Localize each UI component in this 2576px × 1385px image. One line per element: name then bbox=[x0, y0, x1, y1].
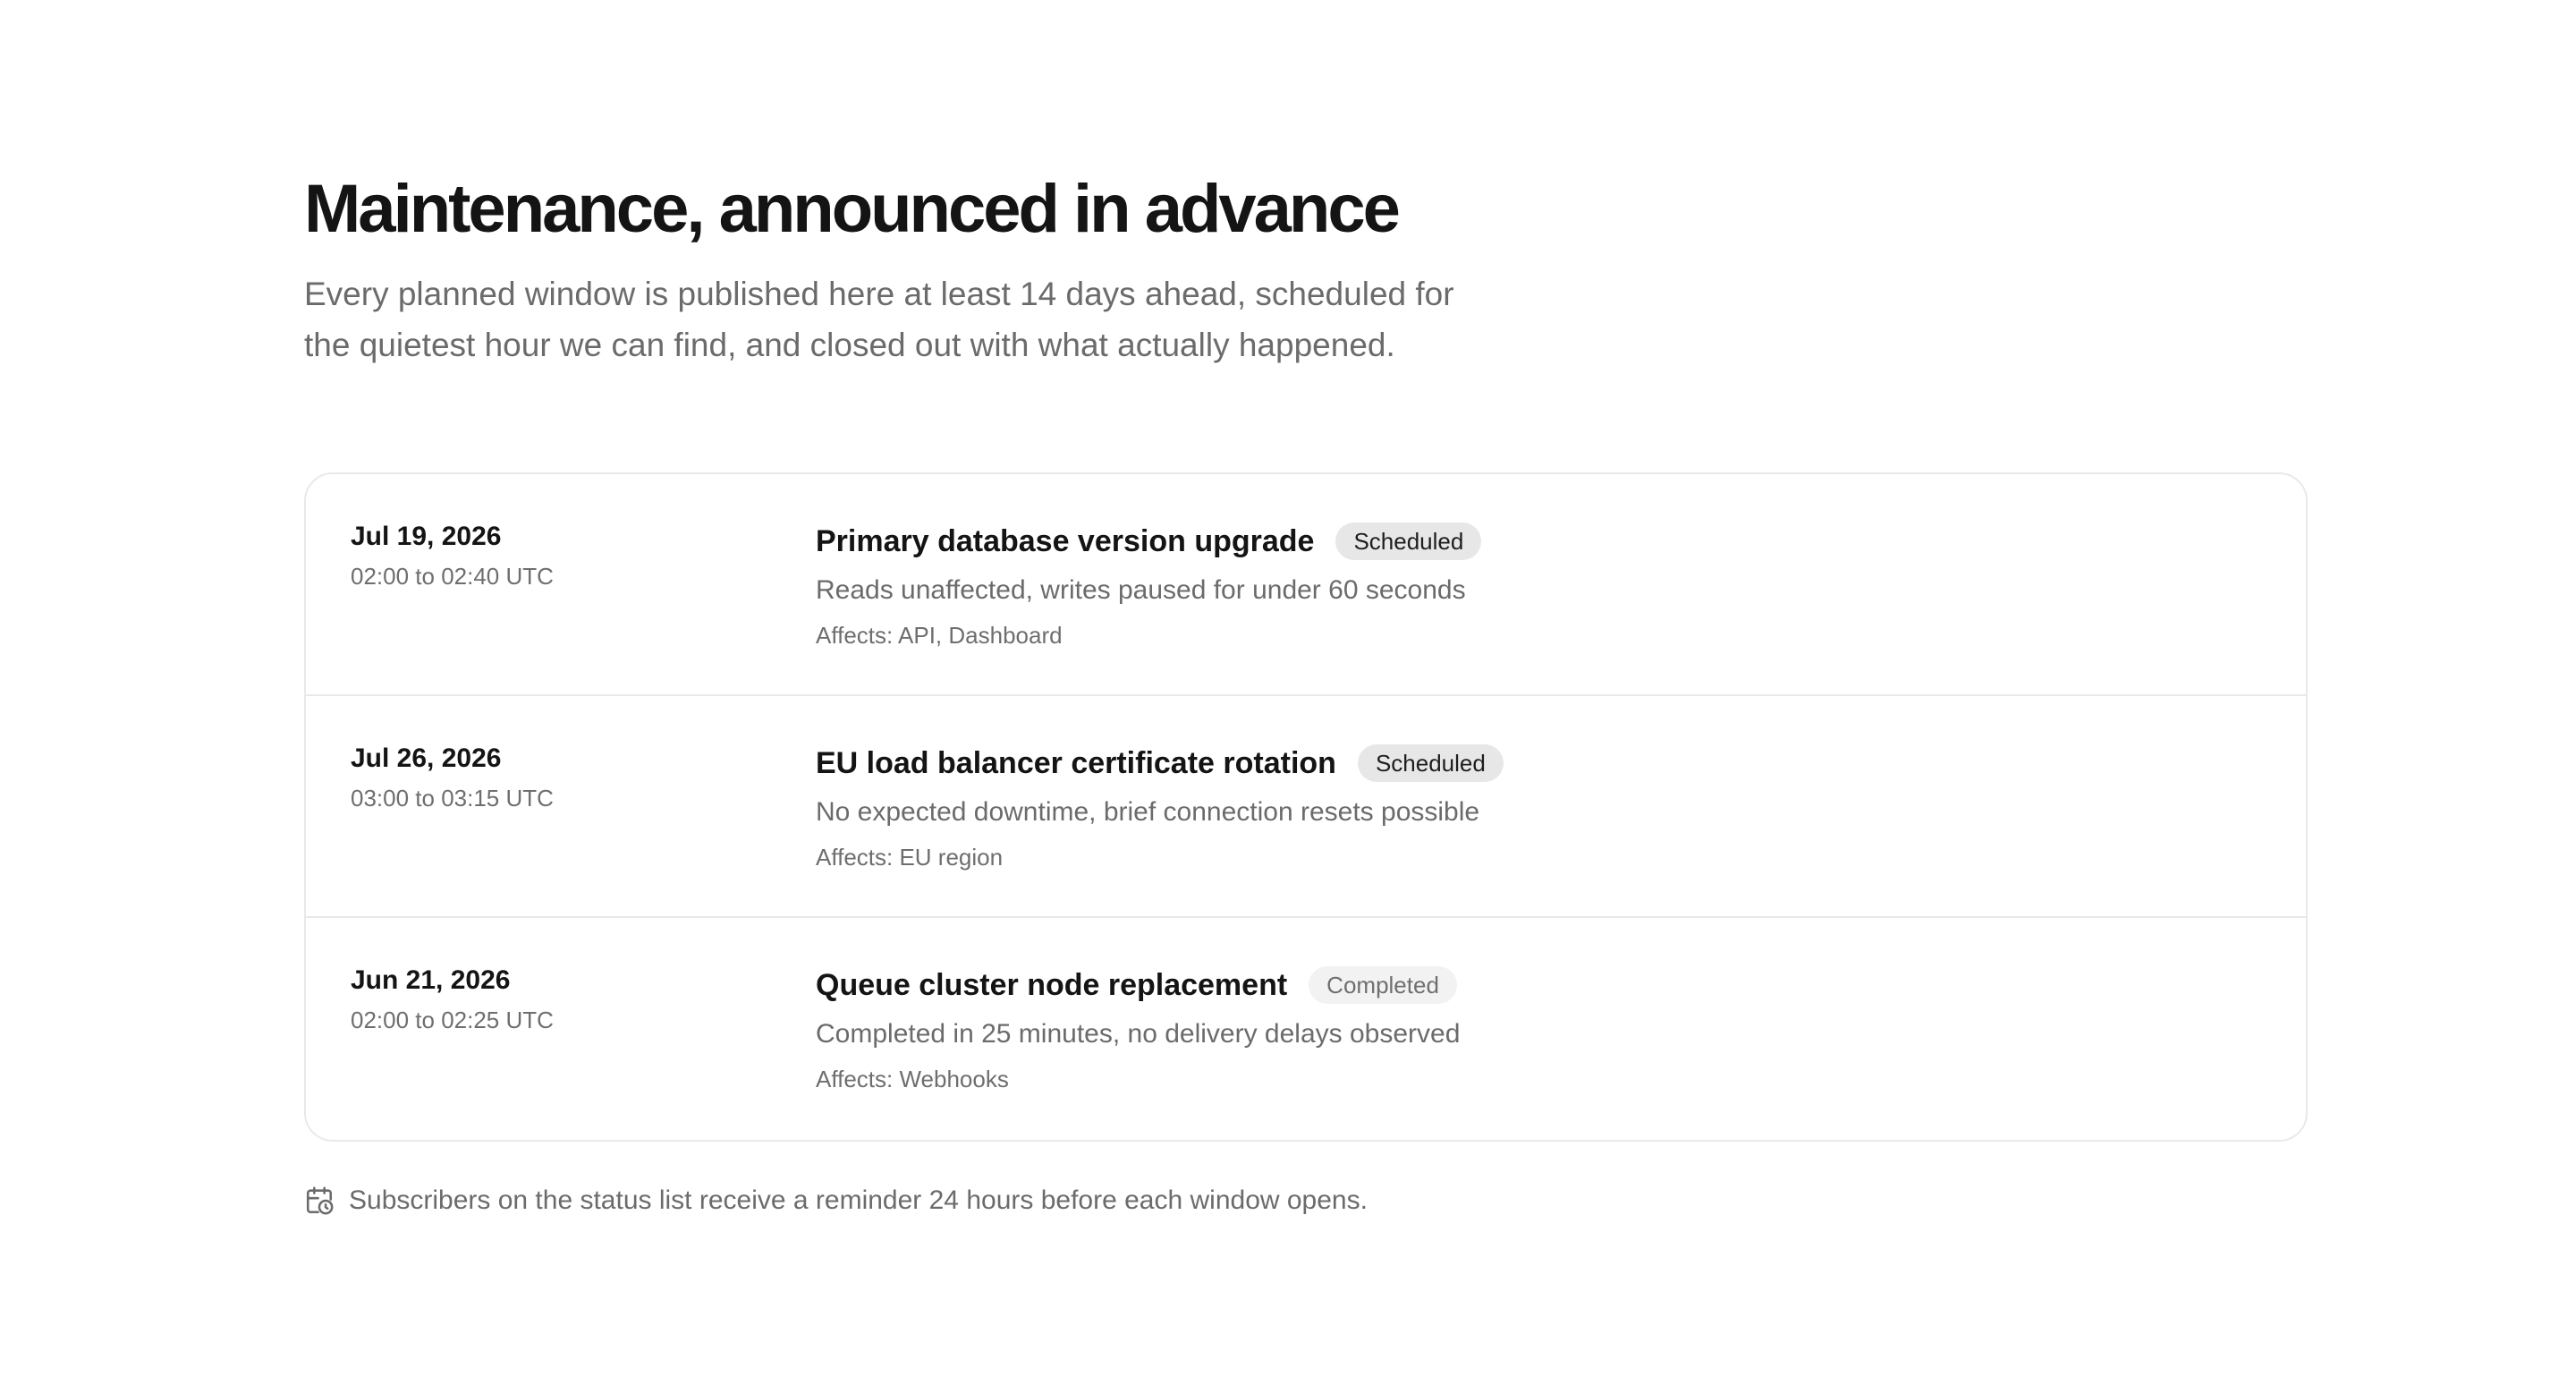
maintenance-page: Maintenance, announced in advance Every … bbox=[304, 166, 2308, 1219]
intro-line-1: Every planned window is published here a… bbox=[304, 276, 1454, 312]
calendar-clock-icon bbox=[304, 1185, 335, 1216]
window-title: EU load balancer certificate rotation bbox=[816, 746, 1336, 780]
page-intro: Every planned window is published here a… bbox=[304, 268, 1574, 370]
window-summary: No expected downtime, brief connection r… bbox=[816, 797, 1480, 827]
window-details: Primary database version upgrade Schedul… bbox=[816, 474, 2306, 694]
window-title: Primary database version upgrade bbox=[816, 524, 1315, 558]
window-title-line: Queue cluster node replacement Completed bbox=[816, 964, 2306, 1006]
maintenance-list: Jul 19, 2026 02:00 to 02:40 UTC Primary … bbox=[304, 472, 2308, 1142]
maintenance-row: Jul 19, 2026 02:00 to 02:40 UTC Primary … bbox=[306, 474, 2306, 696]
window-details: EU load balancer certificate rotation Sc… bbox=[816, 696, 2306, 916]
window-affects: Affects: API, Dashboard bbox=[816, 622, 1063, 649]
window-affects: Affects: Webhooks bbox=[816, 1066, 1009, 1092]
window-date: Jun 21, 2026 bbox=[351, 965, 511, 995]
window-date: Jul 19, 2026 bbox=[351, 522, 502, 551]
window-time: 02:00 to 02:25 UTC bbox=[351, 1007, 554, 1033]
window-affects: Affects: EU region bbox=[816, 844, 1004, 871]
window-time: 03:00 to 03:15 UTC bbox=[351, 785, 554, 811]
window-details: Queue cluster node replacement Completed… bbox=[816, 918, 2306, 1140]
window-schedule: Jul 26, 2026 03:00 to 03:15 UTC bbox=[306, 696, 816, 916]
window-summary: Reads unaffected, writes paused for unde… bbox=[816, 575, 1466, 605]
window-title-line: EU load balancer certificate rotation Sc… bbox=[816, 743, 2306, 784]
maintenance-row: Jul 26, 2026 03:00 to 03:15 UTC EU load … bbox=[306, 696, 2306, 918]
page-title: Maintenance, announced in advance bbox=[304, 171, 1401, 247]
reminder-note: Subscribers on the status list receive a… bbox=[304, 1183, 2308, 1219]
reminder-text: Subscribers on the status list receive a… bbox=[349, 1185, 1368, 1215]
status-badge: Completed bbox=[1309, 966, 1457, 1004]
window-date: Jul 26, 2026 bbox=[351, 743, 502, 773]
intro-line-2: the quietest hour we can find, and close… bbox=[304, 327, 1395, 363]
window-title: Queue cluster node replacement bbox=[816, 968, 1288, 1002]
window-schedule: Jul 19, 2026 02:00 to 02:40 UTC bbox=[306, 474, 816, 694]
window-summary: Completed in 25 minutes, no delivery del… bbox=[816, 1019, 1461, 1049]
window-schedule: Jun 21, 2026 02:00 to 02:25 UTC bbox=[306, 918, 816, 1140]
window-time: 02:00 to 02:40 UTC bbox=[351, 563, 554, 590]
status-badge: Scheduled bbox=[1357, 744, 1504, 782]
maintenance-row: Jun 21, 2026 02:00 to 02:25 UTC Queue cl… bbox=[306, 918, 2306, 1140]
status-badge: Scheduled bbox=[1335, 523, 1482, 560]
window-title-line: Primary database version upgrade Schedul… bbox=[816, 521, 2306, 562]
